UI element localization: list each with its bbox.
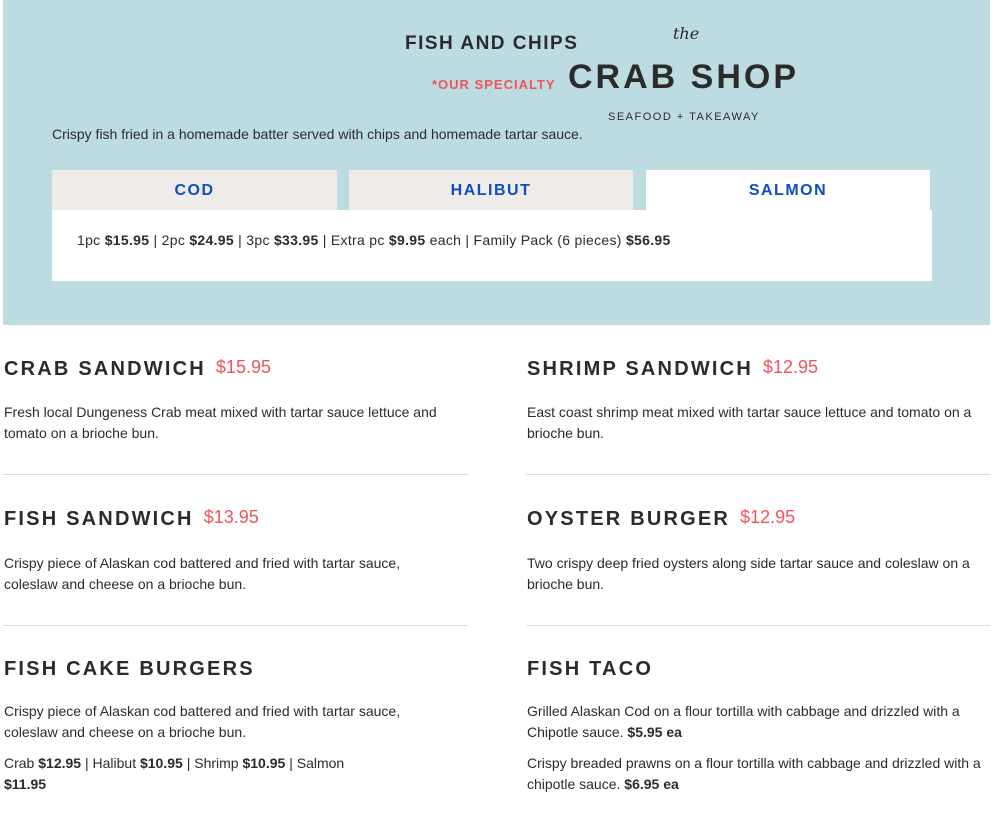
salmon-tab-panel: 1pc $15.95 | 2pc $24.95 | 3pc $33.95 | E… [52, 210, 932, 281]
item-price: $15.95 [215, 357, 271, 377]
price-extra-suffix: each [429, 232, 462, 248]
price-extra-value: $9.95 [388, 232, 426, 248]
option-crab-label: Crab [4, 755, 35, 771]
tab-salmon[interactable]: SALMON [646, 170, 930, 210]
salmon-price-line: 1pc $15.95 | 2pc $24.95 | 3pc $33.95 | E… [77, 232, 671, 248]
divider [526, 625, 990, 626]
item-description: Crispy piece of Alaskan cod battered and… [4, 555, 401, 592]
item-name: FISH CAKE BURGERS [4, 658, 255, 680]
taco-cod-text: Grilled Alaskan Cod on a flour tortilla … [527, 703, 960, 740]
price-extra-label: Extra pc [330, 232, 385, 248]
tab-cod-label: COD [174, 182, 215, 199]
price-2pc-label: 2pc [161, 232, 186, 248]
item-name: FISH SANDWICH [4, 508, 194, 530]
option-shrimp-label: Shrimp [194, 755, 239, 771]
tab-cod[interactable]: COD [52, 170, 337, 210]
fish-type-tabs: COD HALIBUT SALMON [52, 170, 932, 210]
price-2pc-value: $24.95 [189, 232, 234, 248]
item-description: Two crispy deep fried oysters along side… [527, 555, 970, 592]
item-name: OYSTER BURGER [527, 508, 731, 530]
item-heading: FISH CAKE BURGERS [4, 658, 255, 681]
fish-and-chips-title: FISH AND CHIPS [405, 33, 579, 54]
option-halibut-price: $10.95 [139, 755, 183, 771]
item-price: $13.95 [203, 507, 259, 527]
option-shrimp-price: $10.95 [242, 755, 286, 771]
taco-prawn-description: Crispy breaded prawns on a flour tortill… [527, 753, 991, 795]
item-description: Crispy piece of Alaskan cod battered and… [4, 703, 401, 740]
item-name: SHRIMP SANDWICH [527, 358, 753, 380]
item-price: $12.95 [740, 507, 796, 527]
price-1pc-value: $15.95 [104, 232, 150, 248]
item-description: Fresh local Dungeness Crab meat mixed wi… [4, 404, 437, 441]
tab-halibut[interactable]: HALIBUT [349, 170, 633, 210]
logo-name: CRAB SHOP [568, 58, 800, 96]
option-halibut-label: Halibut [92, 755, 137, 771]
divider [3, 625, 468, 626]
price-family-label: Family Pack (6 pieces) [473, 232, 622, 248]
item-heading: FISH TACO [527, 658, 653, 681]
price-1pc-label: 1pc [77, 232, 101, 248]
tab-salmon-label: SALMON [748, 182, 828, 199]
item-description: East coast shrimp meat mixed with tartar… [527, 404, 972, 441]
item-name: CRAB SANDWICH [4, 358, 206, 380]
taco-prawn-text: Crispy breaded prawns on a flour tortill… [527, 755, 981, 792]
logo-the-text: the [673, 24, 700, 43]
fish-cake-options: Crab $12.95 | Halibut $10.95 | Shrimp $1… [4, 755, 345, 792]
taco-cod-description: Grilled Alaskan Cod on a flour tortilla … [527, 701, 991, 743]
price-3pc-value: $33.95 [273, 232, 319, 248]
item-name: FISH TACO [527, 658, 654, 680]
option-crab-price: $12.95 [38, 755, 82, 771]
item-heading: OYSTER BURGER $12.95 [527, 507, 796, 531]
item-heading: FISH SANDWICH $13.95 [4, 507, 259, 531]
item-price: $12.95 [762, 357, 819, 377]
taco-prawn-price: $6.95 ea [624, 776, 679, 792]
taco-cod-price: $5.95 ea [627, 724, 682, 740]
specialty-label: *OUR SPECIALTY [432, 77, 556, 92]
fish-and-chips-description: Crispy fish fried in a homemade batter s… [52, 126, 583, 142]
price-3pc-label: 3pc [246, 232, 270, 248]
option-salmon-price: $11.95 [4, 776, 47, 792]
option-salmon-label: Salmon [296, 755, 345, 771]
tab-halibut-label: HALIBUT [450, 182, 532, 199]
price-family-value: $56.95 [625, 232, 671, 248]
item-heading: SHRIMP SANDWICH $12.95 [527, 357, 819, 381]
divider [3, 474, 468, 475]
divider [526, 474, 990, 475]
item-heading: CRAB SANDWICH $15.95 [4, 357, 271, 381]
logo-tagline: SEAFOOD + TAKEAWAY [608, 111, 760, 123]
